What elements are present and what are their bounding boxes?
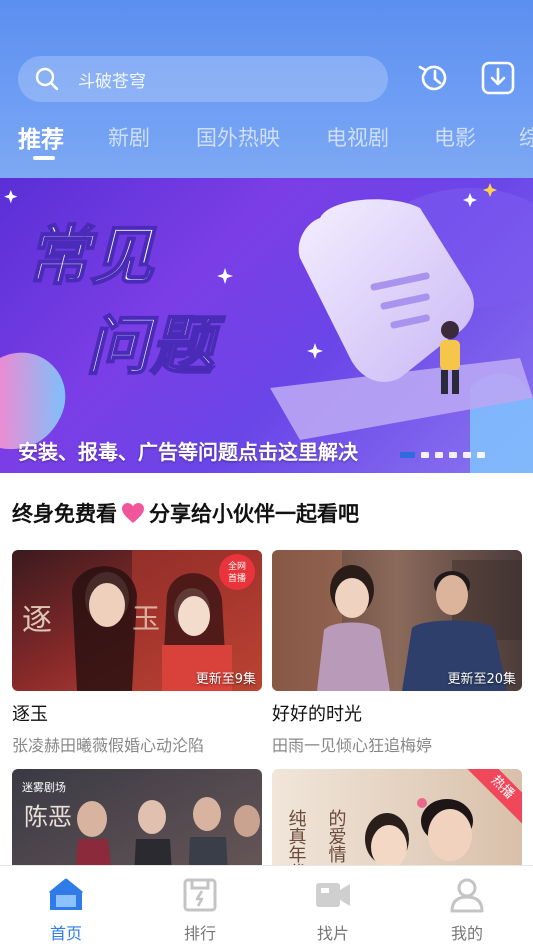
home-icon: [49, 878, 83, 910]
tab-new-drama[interactable]: 新剧: [108, 122, 150, 152]
tab-variety[interactable]: 综: [519, 122, 533, 152]
svg-text:玉: 玉: [132, 602, 160, 635]
carousel-dot: [421, 452, 429, 458]
drama-card[interactable]: 逐 玉 全网 首播 更新至9集 逐玉 张凌赫田曦薇假婚心动沦陷: [12, 550, 262, 756]
heart-icon: [122, 503, 144, 523]
nav-profile[interactable]: 我的: [427, 876, 507, 944]
svg-text:问题: 问题: [86, 310, 226, 384]
tab-movies[interactable]: 电影: [434, 122, 476, 152]
nav-ranking[interactable]: 排行: [160, 876, 240, 944]
carousel-dot: [435, 452, 443, 458]
header: 斗破苍穹 推荐 新剧 国外热映 电视剧 电影 综: [0, 0, 533, 178]
nav-label: 我的: [450, 924, 483, 943]
section-title-right: 分享给小伙伴一起看吧: [149, 502, 359, 526]
category-tabs: 推荐 新剧 国外热映 电视剧 电影 综: [0, 118, 533, 168]
section-title-left: 终身免费看: [12, 502, 117, 526]
carousel-dot: [477, 452, 485, 458]
nav-label: 排行: [183, 924, 216, 943]
svg-text:迷雾剧场: 迷雾剧场: [22, 780, 66, 794]
nav-home[interactable]: 首页: [26, 876, 106, 944]
active-tab-indicator: [33, 156, 55, 160]
search-icon: [35, 67, 59, 91]
banner-illustration: 常见 问题: [0, 183, 533, 473]
carousel-dot: [449, 452, 457, 458]
episode-badge: 更新至9集: [195, 672, 256, 687]
drama-poster: 逐 玉 全网 首播 更新至9集: [12, 550, 262, 691]
tab-foreign-hits[interactable]: 国外热映: [196, 122, 280, 152]
video-camera-icon: [316, 883, 350, 907]
nav-label: 首页: [49, 924, 82, 943]
svg-text:全网: 全网: [228, 560, 246, 572]
history-icon[interactable]: [414, 58, 454, 98]
search-placeholder: 斗破苍穹: [78, 71, 146, 92]
bottom-navigation: 首页 排行 找片 我的: [0, 865, 533, 948]
drama-title: 好好的时光: [272, 704, 362, 725]
carousel-dot: [400, 452, 415, 458]
drama-title: 逐玉: [12, 704, 48, 725]
svg-text:逐: 逐: [22, 603, 52, 638]
svg-text:常见: 常见: [26, 220, 157, 294]
carousel-dot: [463, 452, 471, 458]
episode-badge: 更新至20集: [447, 672, 516, 687]
download-icon[interactable]: [478, 58, 518, 98]
section-title: 终身免费看 分享给小伙伴一起看吧: [12, 498, 359, 528]
nav-label: 找片: [316, 924, 349, 943]
user-icon: [450, 878, 484, 913]
nav-find-movies[interactable]: 找片: [293, 876, 373, 944]
tab-tv-series[interactable]: 电视剧: [326, 122, 389, 152]
ranking-icon: [183, 878, 217, 912]
search-bar[interactable]: 斗破苍穹: [18, 56, 388, 102]
svg-text:陈恶: 陈恶: [24, 803, 72, 831]
drama-subtitle: 张凌赫田曦薇假婚心动沦陷: [12, 736, 205, 755]
drama-subtitle: 田雨一见倾心狂追梅婷: [272, 736, 433, 755]
tab-recommend[interactable]: 推荐: [18, 120, 64, 154]
carousel-indicator: [400, 452, 491, 458]
svg-text:首播: 首播: [228, 572, 246, 584]
svg-text:的爱情: 的爱情: [326, 809, 347, 864]
drama-poster: 更新至20集: [272, 550, 522, 691]
faq-banner[interactable]: 常见 问题 安装、报毒、广告等问题点击这里解决: [0, 178, 533, 473]
banner-caption: 安装、报毒、广告等问题点击这里解决: [18, 440, 358, 464]
drama-card[interactable]: 更新至20集 好好的时光 田雨一见倾心狂追梅婷: [272, 550, 522, 756]
